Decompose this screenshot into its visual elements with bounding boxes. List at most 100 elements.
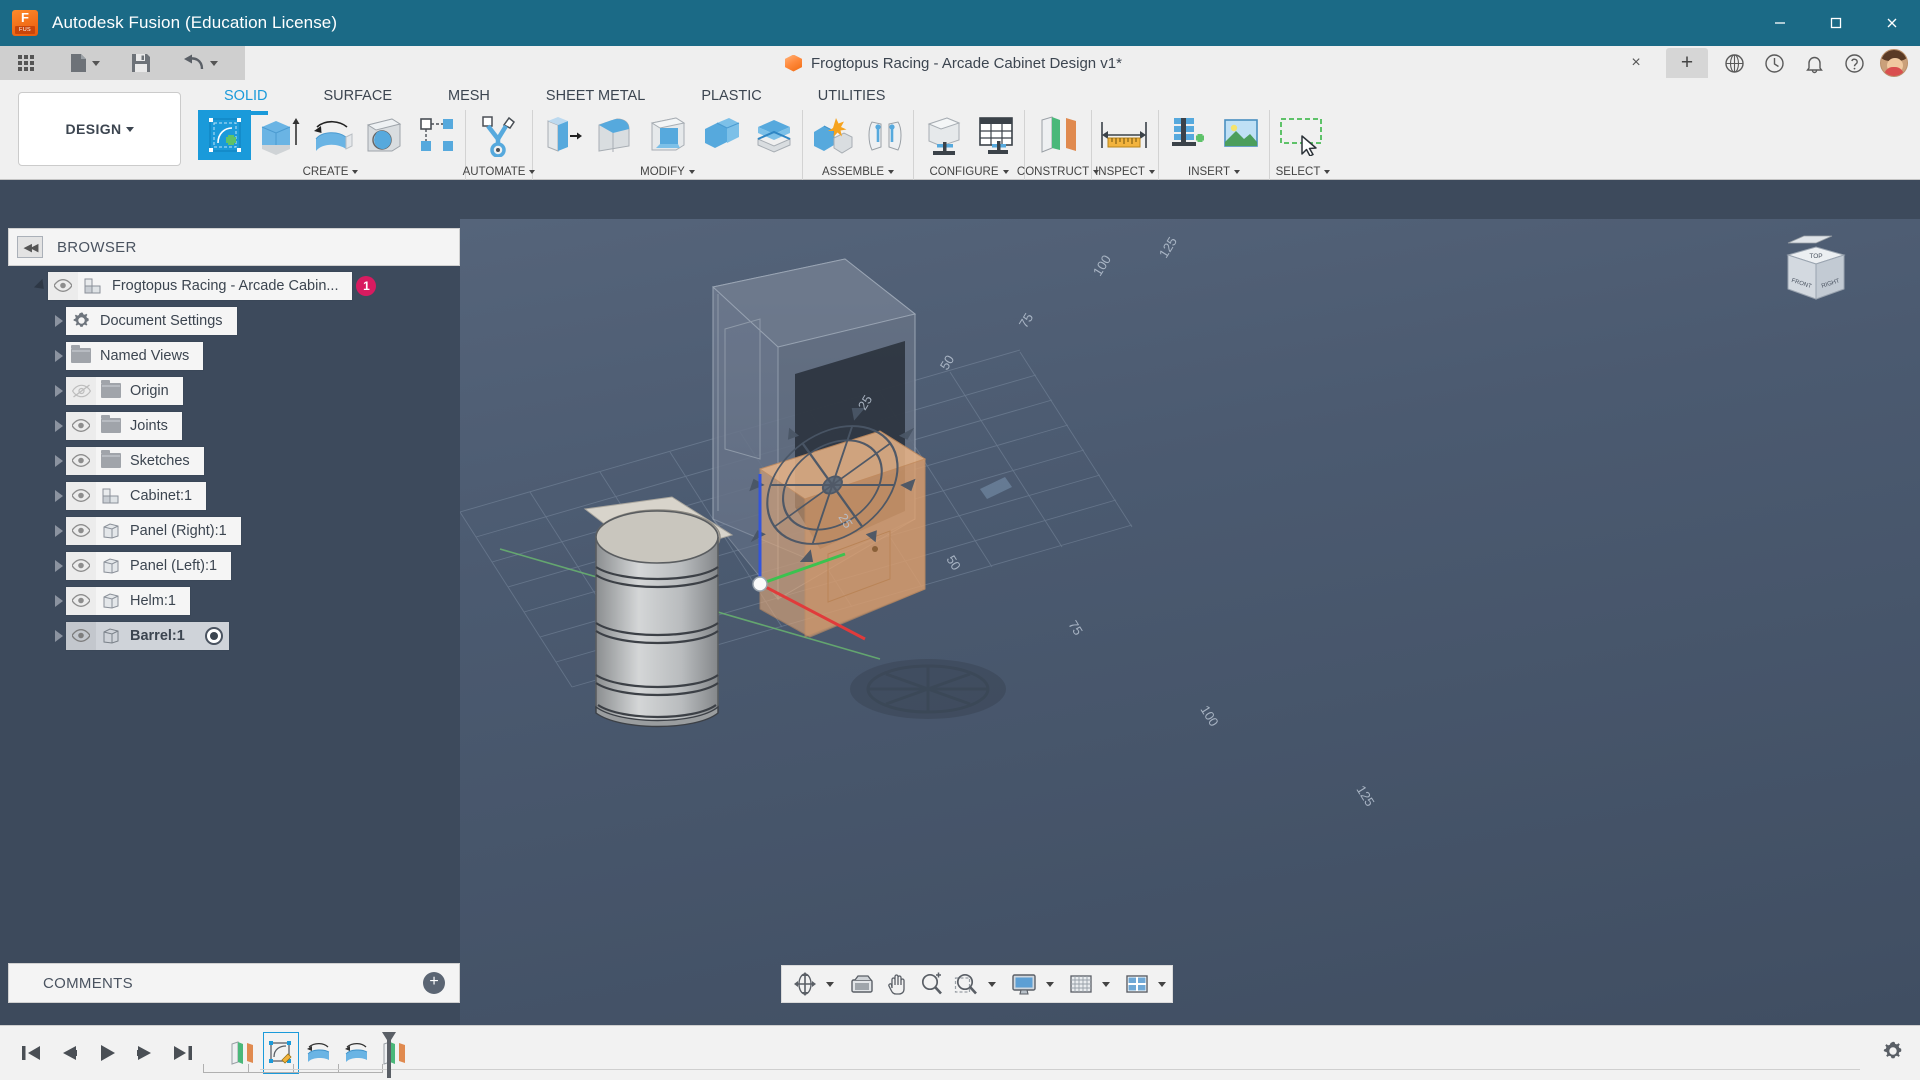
panel-select-label[interactable]: SELECT (1270, 166, 1336, 178)
browser-item-root[interactable]: Frogtopus Racing - Arcade Cabin... 1 (8, 268, 460, 303)
orbit-button[interactable] (788, 968, 822, 1000)
new-component-button[interactable] (805, 110, 858, 160)
zoom-button[interactable] (914, 968, 949, 1000)
visibility-eye-icon[interactable] (66, 551, 96, 580)
offset-face-button[interactable] (747, 110, 800, 160)
look-at-button[interactable] (844, 968, 880, 1000)
play-button[interactable] (88, 1032, 126, 1074)
create-sketch-button[interactable] (198, 110, 251, 160)
viewport-canvas[interactable]: 125 100 75 50 25 25 50 75 100 125 TOP FR… (460, 219, 1920, 1025)
browser-item-document-settings[interactable]: Document Settings (8, 303, 460, 338)
recent-icon[interactable] (1754, 46, 1794, 80)
timeline-playhead[interactable] (379, 1030, 399, 1080)
pan-button[interactable] (880, 968, 914, 1000)
go-to-end-button[interactable] (164, 1032, 202, 1074)
visibility-eye-icon[interactable] (48, 271, 78, 300)
timeline-track[interactable] (260, 1069, 1860, 1070)
status-badge[interactable]: 1 (356, 275, 377, 296)
new-file-button[interactable] (62, 46, 106, 80)
press-pull-button[interactable] (535, 110, 588, 160)
visibility-eye-icon[interactable] (66, 586, 96, 615)
notifications-icon[interactable] (1794, 46, 1834, 80)
config-table-button[interactable] (969, 110, 1022, 160)
automated-modeling-button[interactable] (468, 110, 530, 160)
zoom-window-button[interactable] (949, 968, 984, 1000)
workspace-selector[interactable]: DESIGN (18, 92, 181, 166)
undo-button[interactable] (176, 46, 224, 80)
visibility-eye-hidden-icon[interactable] (66, 376, 96, 405)
grid-snaps-button[interactable] (1064, 968, 1098, 1000)
browser-item-panel-right[interactable]: Panel (Right):1 (8, 513, 460, 548)
minimize-button[interactable] (1752, 0, 1808, 46)
shell-button[interactable] (641, 110, 694, 160)
display-settings-button[interactable] (1006, 968, 1042, 1000)
panel-modify-label[interactable]: MODIFY (533, 166, 802, 178)
pattern-button[interactable] (410, 110, 463, 160)
browser-item-joints[interactable]: Joints (8, 408, 460, 443)
step-back-button[interactable] (50, 1032, 88, 1074)
user-avatar[interactable] (1880, 49, 1908, 77)
tab-sheet-metal[interactable]: SHEET METAL (518, 80, 673, 104)
twisty-closed-icon[interactable] (52, 524, 66, 538)
panel-configure-label[interactable]: CONFIGURE (914, 166, 1024, 178)
select-window-button[interactable] (1272, 110, 1334, 160)
tab-plastic[interactable]: PLASTIC (673, 80, 789, 104)
browser-item-cabinet[interactable]: Cabinet:1 (8, 478, 460, 513)
go-to-beginning-button[interactable] (12, 1032, 50, 1074)
fillet-button[interactable] (588, 110, 641, 160)
close-button[interactable] (1864, 0, 1920, 46)
extrude-button[interactable] (251, 110, 304, 160)
panel-assemble-label[interactable]: ASSEMBLE (803, 166, 913, 178)
tab-utilities[interactable]: UTILITIES (790, 80, 914, 104)
twisty-closed-icon[interactable] (52, 419, 66, 433)
browser-item-sketches[interactable]: Sketches (8, 443, 460, 478)
offset-plane-button[interactable] (1027, 110, 1089, 160)
panel-inspect-label[interactable]: INSPECT (1092, 166, 1158, 178)
save-button[interactable] (124, 46, 158, 80)
twisty-closed-icon[interactable] (52, 384, 66, 398)
tab-solid[interactable]: SOLID (196, 80, 296, 115)
panel-insert-label[interactable]: INSERT (1159, 166, 1269, 178)
help-icon[interactable] (1834, 46, 1874, 80)
browser-item-panel-left[interactable]: Panel (Left):1 (8, 548, 460, 583)
visibility-eye-icon[interactable] (66, 481, 96, 510)
panel-automate-label[interactable]: AUTOMATE (463, 166, 536, 178)
chevron-down-icon[interactable] (1102, 981, 1110, 987)
timeline-settings-button[interactable] (1882, 1040, 1904, 1067)
panel-create-label[interactable]: CREATE (196, 166, 465, 178)
twisty-closed-icon[interactable] (52, 594, 66, 608)
visibility-eye-icon[interactable] (66, 446, 96, 475)
tab-surface[interactable]: SURFACE (296, 80, 421, 104)
visibility-eye-icon[interactable] (66, 621, 96, 650)
twisty-closed-icon[interactable] (52, 314, 66, 328)
browser-item-named-views[interactable]: Named Views (8, 338, 460, 373)
browser-item-barrel[interactable]: Barrel:1 (8, 618, 460, 653)
radio-selected-icon[interactable] (204, 626, 223, 645)
maximize-button[interactable] (1808, 0, 1864, 46)
visibility-eye-icon[interactable] (66, 411, 96, 440)
chevron-down-icon[interactable] (988, 981, 996, 987)
tab-close-icon[interactable]: × (1628, 55, 1644, 71)
joint-button[interactable] (858, 110, 911, 160)
viewports-button[interactable] (1120, 968, 1154, 1000)
twisty-closed-icon[interactable] (52, 559, 66, 573)
twisty-closed-icon[interactable] (52, 349, 66, 363)
twisty-closed-icon[interactable] (52, 489, 66, 503)
chevron-down-icon[interactable] (826, 981, 834, 987)
chevron-down-icon[interactable] (1158, 981, 1166, 987)
step-forward-button[interactable] (126, 1032, 164, 1074)
view-cube[interactable]: TOP FRONT RIGHT (1776, 233, 1872, 334)
insert-derive-button[interactable] (1161, 110, 1214, 160)
configuration-button[interactable] (916, 110, 969, 160)
twisty-closed-icon[interactable] (52, 629, 66, 643)
document-tab[interactable]: Frogtopus Racing - Arcade Cabinet Design… (245, 46, 1662, 80)
visibility-eye-icon[interactable] (66, 516, 96, 545)
combine-button[interactable] (694, 110, 747, 160)
chevron-down-icon[interactable] (1046, 981, 1054, 987)
browser-item-helm[interactable]: Helm:1 (8, 583, 460, 618)
collapse-left-icon[interactable]: ◀◀ (17, 236, 43, 258)
extensions-icon[interactable] (1714, 46, 1754, 80)
add-comment-button[interactable]: + (423, 972, 445, 994)
tab-mesh[interactable]: MESH (420, 80, 518, 104)
comments-panel[interactable]: COMMENTS + (8, 963, 460, 1003)
